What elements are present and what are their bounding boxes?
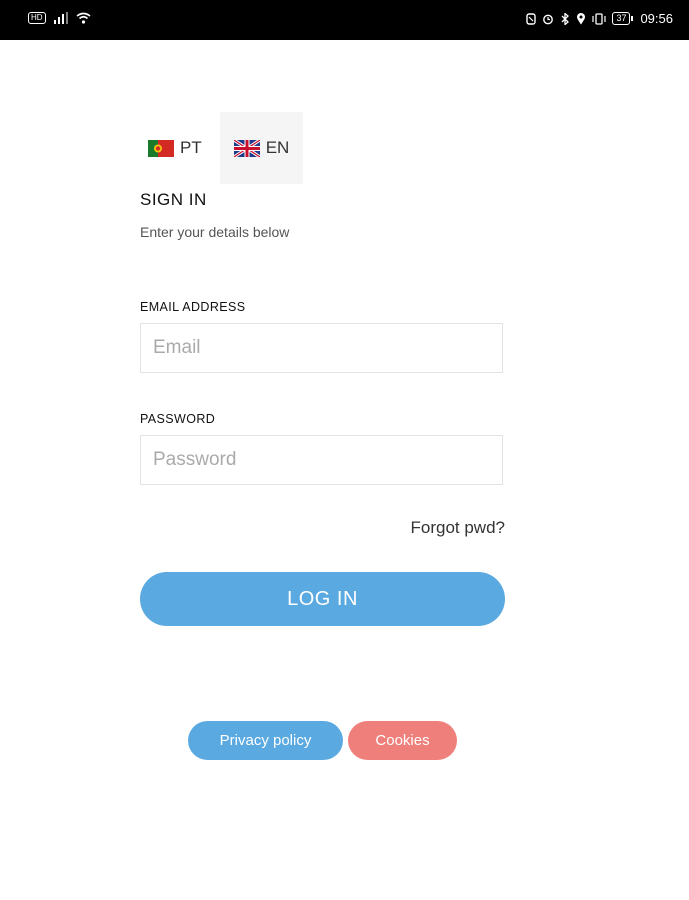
status-bar: HD 37 09:56	[0, 0, 689, 40]
password-field[interactable]	[140, 435, 503, 485]
portugal-flag-icon	[148, 139, 174, 157]
email-field[interactable]	[140, 323, 503, 373]
status-time: 09:56	[640, 11, 673, 26]
cookies-button[interactable]: Cookies	[348, 721, 457, 760]
language-label-pt: PT	[180, 138, 202, 157]
login-button[interactable]: LOG IN	[140, 572, 505, 626]
privacy-policy-button[interactable]: Privacy policy	[188, 721, 343, 760]
vibrate-icon	[592, 12, 607, 25]
page-title: SIGN IN	[140, 190, 207, 209]
alarm-icon	[543, 14, 554, 24]
page-subtitle: Enter your details below	[140, 224, 290, 240]
forgot-password-link[interactable]: Forgot pwd?	[411, 518, 506, 538]
email-label: EMAIL ADDRESS	[140, 300, 246, 314]
bluetooth-icon	[561, 12, 570, 25]
language-option-en[interactable]: EN	[220, 112, 303, 184]
location-icon	[577, 12, 586, 24]
language-label-en: EN	[265, 138, 290, 157]
status-right: 37 09:56	[526, 11, 673, 26]
signal-icon	[53, 12, 68, 24]
language-option-pt[interactable]: PT	[148, 112, 220, 184]
password-label: PASSWORD	[140, 412, 216, 426]
status-left: HD	[28, 12, 91, 24]
wifi-icon	[76, 12, 91, 24]
battery-icon: 37	[612, 12, 634, 25]
hd-badge: HD	[28, 12, 46, 24]
nfc-icon	[526, 12, 537, 25]
uk-flag-icon	[233, 139, 260, 157]
